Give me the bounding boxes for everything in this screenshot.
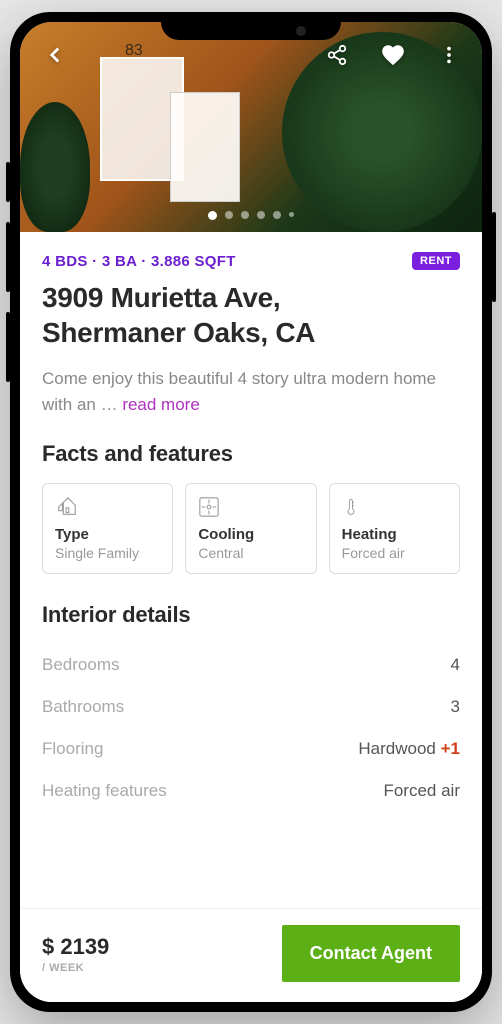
- carousel-dots[interactable]: [208, 211, 294, 220]
- facts-heading: Facts and features: [42, 441, 460, 467]
- facts-cards: Type Single Family Cooling Central Heati…: [42, 483, 460, 574]
- content-scroll[interactable]: 4 BDS · 3 BA · 3.886 SQFT RENT 3909 Muri…: [20, 232, 482, 1002]
- hero-image[interactable]: [20, 22, 482, 232]
- fact-label: Type: [55, 526, 160, 543]
- fact-label: Heating: [342, 526, 447, 543]
- more-button[interactable]: [434, 40, 464, 73]
- fact-value: Single Family: [55, 545, 160, 561]
- contact-agent-button[interactable]: Contact Agent: [282, 925, 460, 982]
- interior-list: Bedrooms4 Bathrooms3 FlooringHardwood +1…: [42, 644, 460, 812]
- more-indicator[interactable]: +1: [441, 739, 460, 758]
- listing-meta: 4 BDS · 3 BA · 3.886 SQFT: [42, 253, 236, 270]
- detail-row: Bathrooms3: [42, 686, 460, 728]
- interior-heading: Interior details: [42, 602, 460, 628]
- status-badge: RENT: [412, 252, 460, 270]
- price: $ 2139: [42, 934, 109, 960]
- read-more-link[interactable]: read more: [122, 395, 199, 414]
- fact-value: Central: [198, 545, 303, 561]
- price-block: $ 2139 / WEEK: [42, 934, 109, 974]
- favorite-button[interactable]: [376, 38, 410, 75]
- footer-bar: $ 2139 / WEEK Contact Agent: [20, 908, 482, 1002]
- price-period: / WEEK: [42, 962, 109, 974]
- back-button[interactable]: [38, 38, 72, 75]
- fact-card-heating[interactable]: Heating Forced air: [329, 483, 460, 574]
- fact-card-cooling[interactable]: Cooling Central: [185, 483, 316, 574]
- description: Come enjoy this beautiful 4 story ultra …: [42, 366, 460, 417]
- fact-label: Cooling: [198, 526, 303, 543]
- detail-row: Heating featuresForced air: [42, 770, 460, 812]
- fact-value: Forced air: [342, 545, 447, 561]
- fan-icon: [198, 496, 303, 520]
- detail-row: FlooringHardwood +1: [42, 728, 460, 770]
- share-button[interactable]: [322, 40, 352, 73]
- detail-row: Bedrooms4: [42, 644, 460, 686]
- house-icon: [55, 496, 160, 520]
- thermometer-icon: [342, 496, 447, 520]
- page-title: 3909 Murietta Ave,Shermaner Oaks, CA: [42, 280, 460, 350]
- fact-card-type[interactable]: Type Single Family: [42, 483, 173, 574]
